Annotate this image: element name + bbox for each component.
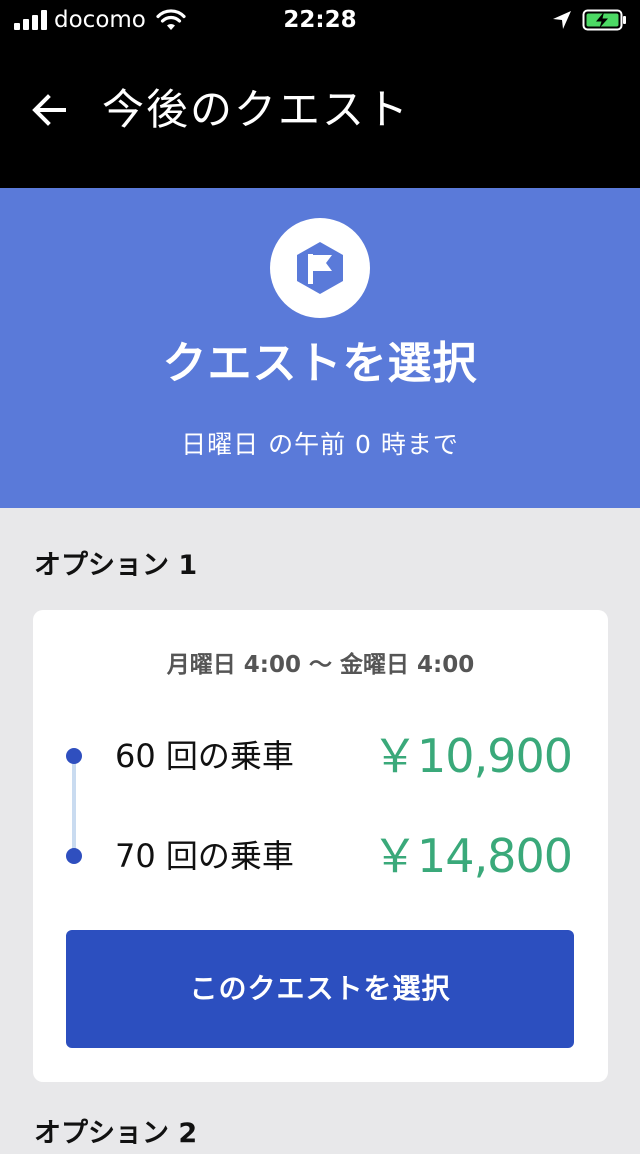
hero-banner: クエストを選択 日曜日 の午前 0 時まで [0,188,640,508]
option-heading: オプション 2 [34,1118,198,1149]
quest-period: 月曜日 4:00 〜 金曜日 4:00 [166,652,475,678]
timeline-dot [66,848,82,864]
page-title: 今後のクエスト [102,85,411,134]
arrow-left-icon [32,94,66,126]
flag-hexagon-icon [297,242,343,294]
location-arrow-icon [553,11,571,29]
tier-label: 60 回の乗車 [115,737,294,775]
timeline-line [72,758,76,854]
tier-reward: ￥14,800 [372,829,573,883]
status-bar: docomo 22:28 [0,0,640,40]
tier-label: 70 回の乗車 [115,837,294,875]
option-heading: オプション 1 [34,550,198,581]
quest-badge [270,218,370,318]
hero-title: クエストを選択 [162,338,478,389]
battery-charging-icon [582,9,626,31]
back-button[interactable] [28,88,72,132]
hero-deadline: 日曜日 の午前 0 時まで [181,430,459,459]
timeline-dot [66,748,82,764]
tier-reward: ￥10,900 [372,729,573,783]
select-quest-button[interactable]: このクエストを選択 [66,930,574,1048]
status-time: 22:28 [283,7,357,33]
option-card: 月曜日 4:00 〜 金曜日 4:00 60 回の乗車 ￥10,900 70 回… [33,610,608,1082]
nav-bar: 今後のクエスト [0,40,640,188]
